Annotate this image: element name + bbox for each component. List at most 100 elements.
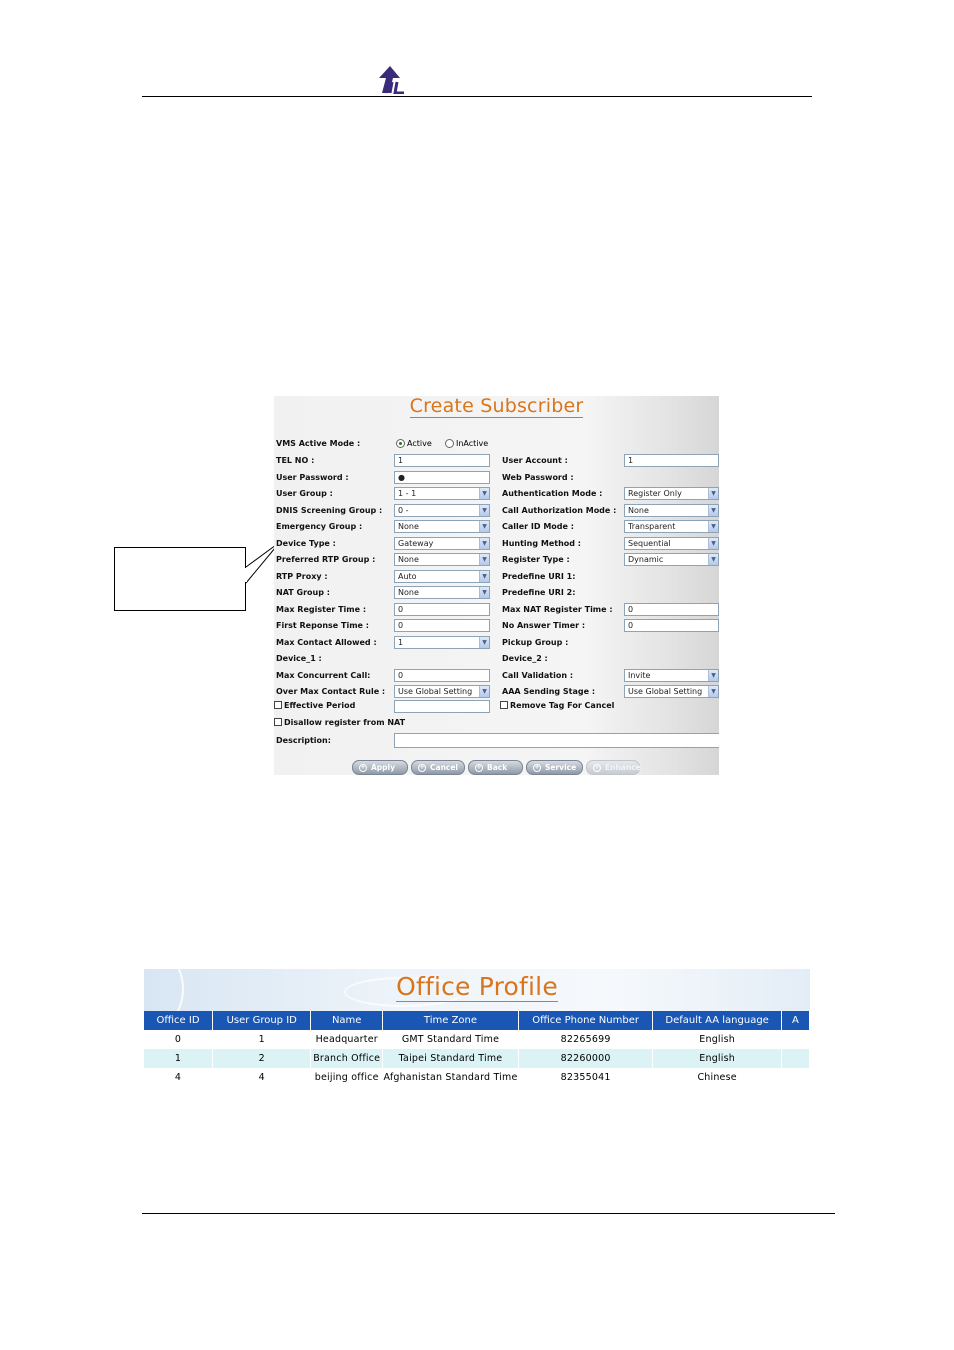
rtp-proxy-select[interactable]: Auto ▼ bbox=[394, 569, 490, 583]
column-header-name[interactable]: Name bbox=[310, 1011, 384, 1030]
chevron-down-icon[interactable]: ▼ bbox=[479, 504, 489, 516]
no-answer-timer-value: 0 bbox=[628, 621, 634, 630]
first-reponse-time-value: 0 bbox=[398, 621, 404, 630]
authentication-mode-select[interactable]: Register Only ▼ bbox=[624, 487, 719, 500]
chevron-down-icon[interactable]: ▼ bbox=[479, 554, 489, 565]
chevron-down-icon[interactable]: ▼ bbox=[708, 669, 718, 681]
register-type-label: Register Type : bbox=[502, 555, 570, 564]
max-contact-allowed-label: Max Contact Allowed : bbox=[276, 637, 377, 647]
user-password-input[interactable]: ● bbox=[394, 470, 490, 484]
arrows-icon: + bbox=[593, 764, 601, 772]
arrows-icon: + bbox=[533, 764, 541, 772]
column-header-time-zone[interactable]: Time Zone bbox=[382, 1011, 519, 1030]
chevron-down-icon[interactable]: ▼ bbox=[708, 488, 718, 499]
radio-inactive[interactable] bbox=[445, 439, 454, 448]
enhance-button[interactable]: + Enhance bbox=[586, 760, 641, 775]
table-row[interactable]: 0 1 Headquarter GMT Standard Time 82265699 En… bbox=[144, 1030, 810, 1049]
disallow-nat-checkbox[interactable] bbox=[274, 718, 282, 726]
chevron-down-icon[interactable]: ▼ bbox=[479, 570, 489, 582]
table-cell bbox=[781, 1068, 810, 1087]
create-subscriber-title: Create Subscriber bbox=[409, 396, 584, 418]
service-button[interactable]: + Service bbox=[526, 760, 583, 775]
aaa-sending-stage-select[interactable]: Use Global Setting ▼ bbox=[624, 685, 719, 698]
max-nat-register-time-label: Max NAT Register Time : bbox=[502, 604, 613, 614]
back-button[interactable]: + Back bbox=[468, 760, 523, 775]
user-account-label: User Account : bbox=[502, 456, 568, 465]
no-answer-timer-input[interactable]: 0 bbox=[624, 619, 719, 632]
chevron-down-icon[interactable]: ▼ bbox=[479, 488, 489, 499]
table-cell: 4 bbox=[144, 1068, 214, 1087]
device-type-select[interactable]: Gateway ▼ bbox=[394, 536, 490, 550]
table-cell: 2 bbox=[212, 1049, 312, 1068]
table-row[interactable]: 1 2 Branch Office Taipei Standard Time 82260… bbox=[144, 1049, 810, 1068]
chevron-down-icon[interactable]: ▼ bbox=[708, 686, 718, 697]
call-authorization-mode-select[interactable]: None ▼ bbox=[624, 503, 719, 517]
description-label: Description: bbox=[276, 736, 331, 745]
footer-rule bbox=[142, 1213, 835, 1214]
chevron-down-icon[interactable]: ▼ bbox=[708, 521, 718, 532]
call-validation-select[interactable]: Invite ▼ bbox=[624, 668, 719, 682]
device-type-label: Device Type : bbox=[276, 538, 336, 548]
dnis-screening-group-select[interactable]: 0 - ▼ bbox=[394, 503, 490, 517]
max-concurrent-call-input[interactable]: 0 bbox=[394, 668, 490, 682]
table-cell: Branch Office bbox=[310, 1049, 384, 1068]
chevron-down-icon[interactable]: ▼ bbox=[479, 587, 489, 598]
chevron-down-icon[interactable]: ▼ bbox=[708, 504, 718, 516]
table-row[interactable]: 4 4 beijing office Afghanistan Standard Tim… bbox=[144, 1068, 810, 1087]
pickup-group-label: Pickup Group : bbox=[502, 637, 569, 647]
user-password-label: User Password : bbox=[276, 472, 349, 482]
table-cell: English bbox=[652, 1030, 782, 1049]
emergency-group-label: Emergency Group : bbox=[276, 522, 363, 531]
caller-id-mode-select[interactable]: Transparent ▼ bbox=[624, 520, 719, 533]
chevron-down-icon[interactable]: ▼ bbox=[708, 537, 718, 549]
max-nat-register-time-input[interactable]: 0 bbox=[624, 602, 719, 616]
over-max-contact-rule-select[interactable]: Use Global Setting ▼ bbox=[394, 685, 490, 698]
hunting-method-label: Hunting Method : bbox=[502, 538, 581, 548]
hunting-method-select[interactable]: Sequential ▼ bbox=[624, 536, 719, 550]
call-validation-value: Invite bbox=[628, 670, 651, 680]
apply-button[interactable]: + Apply bbox=[352, 760, 408, 775]
hunting-method-value: Sequential bbox=[628, 538, 671, 548]
office-profile-panel: Office Profile Office ID User Group ID Nam… bbox=[144, 969, 810, 1087]
table-cell bbox=[781, 1049, 810, 1068]
column-header-office-phone-number[interactable]: Office Phone Number bbox=[518, 1011, 654, 1030]
max-contact-allowed-select[interactable]: 1 ▼ bbox=[394, 635, 490, 649]
aaa-sending-stage-value: Use Global Setting bbox=[628, 687, 703, 696]
table-cell: Afghanistan Standard Time bbox=[382, 1068, 519, 1087]
tel-no-label: TEL NO : bbox=[276, 456, 315, 465]
max-register-time-input[interactable]: 0 bbox=[394, 602, 490, 616]
column-header-office-id[interactable]: Office ID bbox=[144, 1011, 214, 1030]
column-header-default-aa-language[interactable]: Default AA language bbox=[652, 1011, 782, 1030]
user-group-label: User Group : bbox=[276, 489, 333, 498]
table-cell: beijing office bbox=[310, 1068, 384, 1087]
device-2-label: Device_2 : bbox=[502, 654, 548, 663]
chevron-down-icon[interactable]: ▼ bbox=[708, 554, 718, 565]
description-input[interactable] bbox=[394, 733, 719, 748]
preferred-rtp-group-select[interactable]: None ▼ bbox=[394, 553, 490, 566]
column-header-a[interactable]: A bbox=[781, 1011, 810, 1030]
table-cell: 4 bbox=[212, 1068, 312, 1087]
chevron-down-icon[interactable]: ▼ bbox=[479, 636, 489, 648]
chevron-down-icon[interactable]: ▼ bbox=[479, 521, 489, 532]
authentication-mode-value: Register Only bbox=[628, 489, 682, 498]
radio-active[interactable] bbox=[396, 439, 405, 448]
cancel-button[interactable]: + Cancel bbox=[411, 760, 465, 775]
device-1-label: Device_1 : bbox=[276, 654, 322, 663]
register-type-select[interactable]: Dynamic ▼ bbox=[624, 553, 719, 566]
effective-period-input[interactable] bbox=[394, 700, 490, 713]
chevron-down-icon[interactable]: ▼ bbox=[479, 537, 489, 549]
tel-no-input[interactable]: 1 bbox=[394, 454, 490, 467]
user-group-select[interactable]: 1 - 1 ▼ bbox=[394, 487, 490, 500]
user-account-input[interactable]: 1 bbox=[624, 454, 719, 467]
company-logo bbox=[379, 66, 404, 94]
nat-group-select[interactable]: None ▼ bbox=[394, 586, 490, 599]
emergency-group-select[interactable]: None ▼ bbox=[394, 520, 490, 533]
remove-tag-checkbox[interactable] bbox=[500, 701, 508, 709]
column-header-user-group-id[interactable]: User Group ID bbox=[212, 1011, 312, 1030]
first-reponse-time-input[interactable]: 0 bbox=[394, 619, 490, 632]
max-concurrent-call-value: 0 bbox=[398, 670, 404, 680]
effective-period-checkbox[interactable] bbox=[274, 701, 282, 709]
max-register-time-value: 0 bbox=[398, 604, 404, 614]
rtp-proxy-label: RTP Proxy : bbox=[276, 571, 328, 581]
chevron-down-icon[interactable]: ▼ bbox=[479, 686, 489, 697]
